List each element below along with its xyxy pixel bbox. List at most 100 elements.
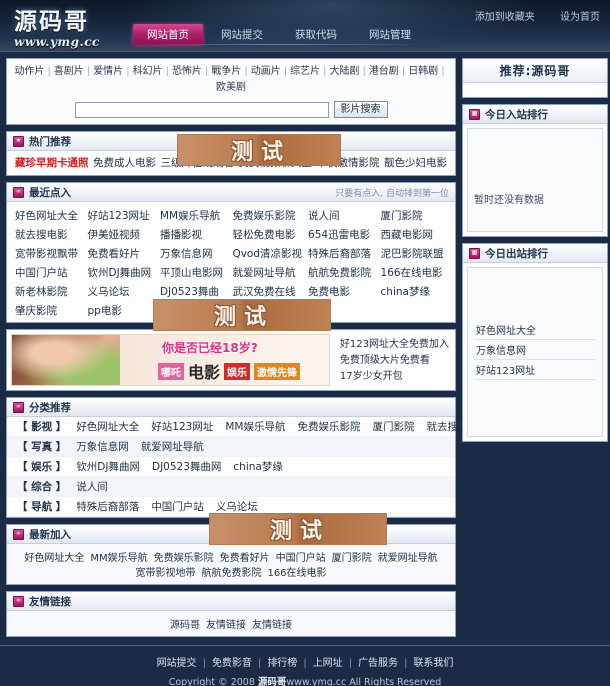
category-link-4[interactable]: 恐怖片: [172, 66, 202, 77]
hot-link-0[interactable]: 藏珍早期卡通照: [15, 155, 89, 170]
classify-link-0-2[interactable]: MM娱乐导航: [225, 419, 285, 434]
footer-link-3[interactable]: 上网址: [313, 658, 343, 669]
ad-link-0[interactable]: 好123网址大全免费加入: [340, 337, 449, 353]
movie-search-button[interactable]: 影片搜索: [333, 101, 388, 118]
out-rank-item-1[interactable]: 万象信息网: [474, 340, 596, 360]
recent-link-13[interactable]: 免费看好片: [87, 246, 153, 261]
nav-item-getcode[interactable]: 获取代码: [281, 24, 351, 45]
recent-link-20[interactable]: 平顶山电影网: [160, 265, 226, 280]
latest-link-8[interactable]: 航航免费影院: [201, 568, 261, 579]
ad-link-1[interactable]: 免费顶级大片免费看: [340, 353, 449, 369]
classify-link-4-1[interactable]: 中国门户站: [151, 499, 204, 514]
site-logo[interactable]: 源码哥 www.ymg.cc: [14, 2, 100, 49]
recent-link-27[interactable]: 武汉免费在线: [232, 284, 302, 299]
movie-search-input[interactable]: [74, 101, 329, 118]
footer-link-0[interactable]: 网站提交: [157, 658, 197, 669]
hot-link-2[interactable]: 三级片在线观看: [161, 155, 235, 170]
category-link-7[interactable]: 综艺片: [290, 66, 320, 77]
nav-item-home[interactable]: 网站首页: [133, 23, 203, 45]
add-favorite-link[interactable]: 添加到收藏夹: [475, 12, 535, 23]
latest-link-9[interactable]: 166在线电影: [267, 568, 326, 579]
recent-link-7[interactable]: 伊美娅视频: [87, 227, 153, 242]
latest-link-7[interactable]: 宽带影视地带: [135, 568, 195, 579]
footer-link-5[interactable]: 联系我们: [413, 658, 453, 669]
friend-link-2[interactable]: 友情链接: [252, 620, 292, 631]
latest-link-6[interactable]: 就爱网址导航: [378, 553, 438, 564]
classify-link-4-0[interactable]: 特殊后裔部落: [76, 499, 139, 514]
recent-link-28[interactable]: 免费电影: [308, 284, 374, 299]
classify-link-3-0[interactable]: 说人间: [76, 479, 108, 494]
nav-item-submit[interactable]: 网站提交: [207, 24, 277, 45]
recent-link-4[interactable]: 说人间: [308, 208, 374, 223]
category-link-0[interactable]: 动作片: [14, 66, 44, 77]
category-link-8[interactable]: 大陆剧: [329, 66, 359, 77]
recent-link-15[interactable]: Qvod清凉影视: [232, 246, 302, 261]
category-link-1[interactable]: 喜剧片: [54, 66, 84, 77]
category-link-2[interactable]: 爱情片: [93, 66, 123, 77]
set-homepage-link[interactable]: 设为首页: [560, 12, 600, 23]
classify-link-2-0[interactable]: 钦州DJ舞曲网: [76, 459, 140, 474]
latest-link-4[interactable]: 中国门户站: [276, 553, 326, 564]
hot-link-4[interactable]: 午夜激情影院: [317, 155, 380, 170]
recent-link-16[interactable]: 特殊后裔部落: [308, 246, 374, 261]
recent-link-24[interactable]: 新老林影院: [15, 284, 81, 299]
classify-link-1-1[interactable]: 就爱网址导航: [141, 439, 204, 454]
recent-link-12[interactable]: 宽带影视飘带: [15, 246, 81, 261]
recent-link-2[interactable]: MM娱乐导航: [160, 208, 226, 223]
latest-link-5[interactable]: 厦门影院: [332, 553, 372, 564]
classify-link-0-4[interactable]: 厦门影院: [372, 419, 414, 434]
out-rank-item-0[interactable]: 好色网址大全: [474, 320, 596, 340]
category-link-3[interactable]: 科幻片: [133, 66, 163, 77]
recent-link-1[interactable]: 好站123网址: [87, 208, 153, 223]
recent-link-25[interactable]: 义乌论坛: [87, 284, 153, 299]
recent-link-18[interactable]: 中国门户站: [15, 265, 81, 280]
friend-link-1[interactable]: 友情链接: [206, 620, 246, 631]
footer-link-2[interactable]: 排行榜: [267, 658, 297, 669]
category-link-11[interactable]: 欧美剧: [216, 82, 246, 93]
classify-link-0-3[interactable]: 免费娱乐影院: [297, 419, 360, 434]
category-link-10[interactable]: 日韩剧: [408, 66, 438, 77]
sidebar-promo-panel: 推荐:源码哥: [462, 58, 608, 98]
category-link-5[interactable]: 戰争片: [211, 66, 241, 77]
footer-link-4[interactable]: 广告服务: [358, 658, 398, 669]
hot-link-5[interactable]: 靓色少妇电影: [384, 155, 447, 170]
recent-link-23[interactable]: 166在线电影: [381, 265, 447, 280]
classify-link-0-1[interactable]: 好站123网址: [151, 419, 213, 434]
recent-link-17[interactable]: 泥巴影院联盟: [381, 246, 447, 261]
footer-link-1[interactable]: 免费影音: [212, 658, 252, 669]
latest-link-1[interactable]: MM娱乐导航: [90, 553, 147, 564]
recent-link-5[interactable]: 厦门影院: [381, 208, 447, 223]
recent-link-21[interactable]: 就爱网址导航: [232, 265, 302, 280]
recent-link-19[interactable]: 钦州DJ舞曲网: [87, 265, 153, 280]
classify-link-2-1[interactable]: DJ0523舞曲网: [152, 459, 221, 474]
recent-link-22[interactable]: 航航免费影院: [308, 265, 374, 280]
recent-link-31[interactable]: pp电影: [87, 303, 153, 318]
recent-link-14[interactable]: 万象信息网: [160, 246, 226, 261]
recent-link-10[interactable]: 654迅雷电影: [308, 227, 374, 242]
nav-item-manage[interactable]: 网站管理: [355, 24, 425, 45]
recent-link-0[interactable]: 好色网址大全: [15, 208, 81, 223]
hot-link-1[interactable]: 免费成人电影: [93, 155, 156, 170]
latest-link-2[interactable]: 免费娱乐影院: [154, 553, 214, 564]
latest-link-3[interactable]: 免费看好片: [220, 553, 270, 564]
category-link-6[interactable]: 动画片: [251, 66, 281, 77]
recent-link-9[interactable]: 轻松免费电影: [232, 227, 302, 242]
recent-link-26[interactable]: DJ0523舞曲: [160, 284, 226, 299]
recent-link-3[interactable]: 免费娱乐影院: [232, 208, 302, 223]
category-link-9[interactable]: 港台剧: [369, 66, 399, 77]
recent-link-6[interactable]: 就去搜电影: [15, 227, 81, 242]
recent-link-29[interactable]: china梦缘: [381, 284, 447, 299]
ad-banner[interactable]: 你是否已经18岁? 哪吒 电影 娱乐 激情先锋: [11, 334, 330, 386]
classify-link-4-2[interactable]: 义乌论坛: [216, 499, 258, 514]
out-rank-item-2[interactable]: 好站123网址: [474, 360, 596, 380]
recent-link-8[interactable]: 播播影视: [160, 227, 226, 242]
ad-link-2[interactable]: 17岁少女开包: [340, 369, 449, 385]
classify-link-0-0[interactable]: 好色网址大全: [76, 419, 139, 434]
friend-link-0[interactable]: 源码哥: [170, 620, 200, 631]
latest-link-0[interactable]: 好色网址大全: [24, 553, 84, 564]
classify-link-2-2[interactable]: china梦缘: [233, 459, 282, 474]
hot-link-3[interactable]: 美女视频聊天室: [239, 155, 313, 170]
recent-link-30[interactable]: 肇庆影院: [15, 303, 81, 318]
classify-link-1-0[interactable]: 万象信息网: [76, 439, 129, 454]
recent-link-11[interactable]: 西藏电影网: [381, 227, 447, 242]
